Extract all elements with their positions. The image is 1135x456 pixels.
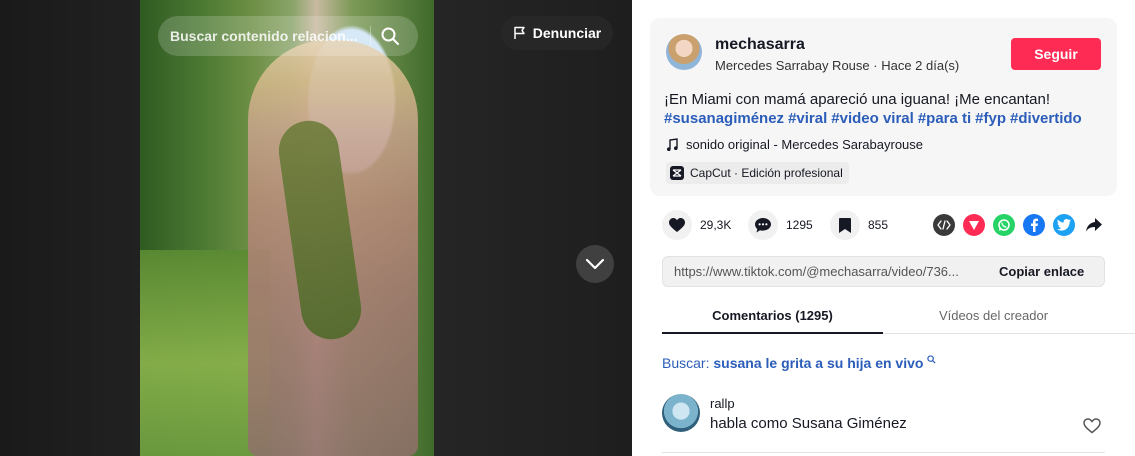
meta-separator: · [869, 58, 882, 73]
twitter-icon[interactable] [1053, 214, 1075, 236]
capcut-icon [670, 166, 684, 180]
tab-creator-videos[interactable]: Vídeos del creador [883, 298, 1104, 334]
author-username[interactable]: mechasarra [715, 36, 805, 54]
search-icon [927, 355, 936, 364]
content-tabs: Comentarios (1295) Vídeos del creador [662, 298, 1135, 334]
hashtag-link[interactable]: #divertido [1010, 110, 1082, 127]
search-icon[interactable] [380, 26, 400, 46]
search-suggestion-term[interactable]: susana le grita a su hija en vivo [713, 355, 923, 371]
flag-icon [514, 26, 525, 39]
facebook-icon[interactable] [1023, 214, 1045, 236]
like-action[interactable]: 29,3K [662, 210, 731, 240]
commenter-avatar[interactable] [662, 394, 700, 432]
caption-text: ¡En Miami con mamá apareció una iguana! … [664, 91, 1051, 108]
music-note-icon [667, 137, 678, 151]
comment-text: habla como Susana Giménez [710, 415, 907, 432]
active-tab-indicator [662, 332, 883, 334]
author-meta: Mercedes Sarrabay Rouse · Hace 2 día(s) [715, 58, 959, 73]
hashtag-link[interactable]: #susanagiménez [664, 110, 784, 127]
comment-count: 1295 [786, 218, 813, 232]
video-player[interactable]: Buscar contenido relacion... Denunciar [0, 0, 632, 456]
share-arrow-icon[interactable] [1083, 214, 1105, 236]
save-button[interactable] [830, 210, 860, 240]
related-search-input[interactable]: Buscar contenido relacion... [158, 16, 418, 56]
search-suggestion-label: Buscar: [662, 355, 710, 371]
like-button[interactable] [662, 210, 692, 240]
comment-action[interactable]: 1295 [748, 210, 813, 240]
tab-comments[interactable]: Comentarios (1295) [662, 298, 883, 334]
comment-search-suggestion[interactable]: Buscar: susana le grita a su hija en viv… [662, 355, 936, 371]
next-video-button[interactable] [576, 245, 614, 283]
heart-outline-icon[interactable] [1083, 417, 1101, 435]
author-avatar[interactable] [666, 34, 702, 70]
follow-button[interactable]: Seguir [1011, 38, 1101, 70]
video-url[interactable]: https://www.tiktok.com/@mechasarra/video… [674, 264, 986, 279]
save-count: 855 [868, 218, 889, 232]
video-caption: ¡En Miami con mamá apareció una iguana! … [664, 90, 1104, 128]
embed-icon[interactable] [933, 214, 955, 236]
video-info-card: mechasarra Mercedes Sarrabay Rouse · Hac… [650, 18, 1117, 196]
like-count: 29,3K [700, 218, 732, 232]
divider [662, 452, 1105, 453]
author-display-name: Mercedes Sarrabay Rouse [715, 58, 870, 73]
tiktok-send-icon[interactable] [963, 214, 985, 236]
bookmark-icon [839, 217, 851, 233]
music-label: sonido original - Mercedes Sarabayrouse [686, 137, 924, 152]
report-label: Denunciar [532, 25, 602, 41]
search-divider [370, 26, 371, 46]
music-link[interactable]: sonido original - Mercedes Sarabayrouse [666, 137, 923, 152]
capcut-label: CapCut · Edición profesional [690, 166, 843, 180]
copy-link-button[interactable]: Copiar enlace [999, 264, 1084, 279]
hashtag-link[interactable]: #video viral [831, 110, 914, 127]
post-date: Hace 2 día(s) [881, 58, 960, 73]
related-search-placeholder: Buscar contenido relacion... [170, 28, 358, 44]
comment-bubble-icon [755, 217, 771, 232]
report-button[interactable]: Denunciar [501, 16, 613, 50]
hashtag-link[interactable]: #fyp [975, 110, 1006, 127]
side-panel: mechasarra Mercedes Sarrabay Rouse · Hac… [632, 0, 1135, 456]
caption-hashtags: #susanagiménez #viral #video viral #para ti… [664, 109, 1104, 128]
hashtag-link[interactable]: #viral [788, 110, 827, 127]
capcut-badge[interactable]: CapCut · Edición profesional [666, 162, 849, 184]
action-row: 29,3K 1295 855 [662, 210, 1107, 242]
save-action[interactable]: 855 [830, 210, 888, 240]
hashtag-link[interactable]: #para ti [918, 110, 971, 127]
heart-icon [669, 217, 685, 232]
whatsapp-icon[interactable] [993, 214, 1015, 236]
commenter-username[interactable]: rallp [710, 396, 735, 411]
comment-button[interactable] [748, 210, 778, 240]
video-link-box: https://www.tiktok.com/@mechasarra/video… [662, 256, 1105, 287]
chevron-down-icon [585, 258, 605, 270]
